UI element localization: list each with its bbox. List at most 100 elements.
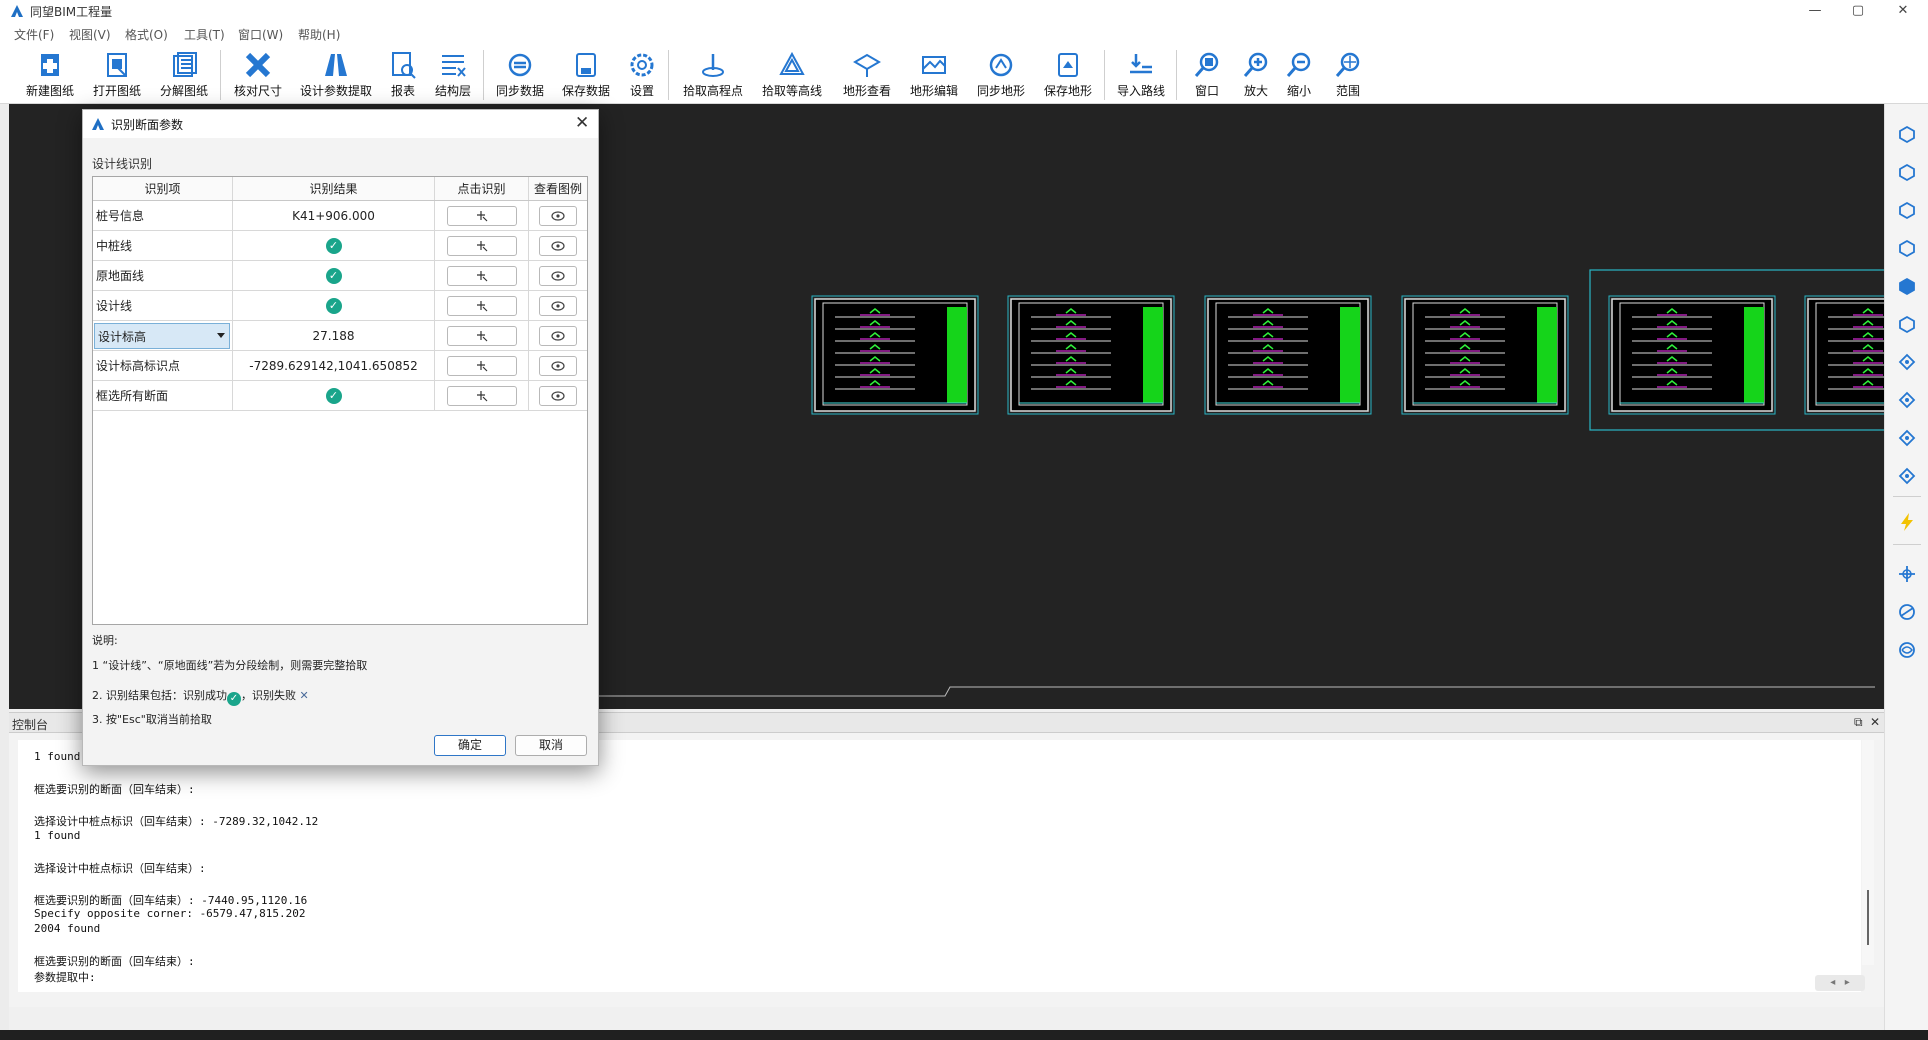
failure-x-icon: ✕ [299, 689, 309, 702]
pick-button[interactable] [446, 235, 517, 256]
zoom-out-button[interactable]: 缩小 [1282, 50, 1316, 102]
terrain-sync-button[interactable]: 同步地形 [974, 50, 1028, 102]
view-cube-icon [1899, 163, 1915, 182]
table-row[interactable]: 设计线 ✓ [93, 291, 587, 321]
menu-window[interactable]: 窗口(W) [238, 26, 283, 43]
iso-view-icon [1898, 429, 1916, 447]
view-legend-button[interactable] [539, 235, 577, 256]
eye-icon [551, 270, 565, 281]
terrain-edit-button[interactable]: 地形编辑 [907, 50, 961, 102]
terrain-view-button[interactable]: 地形查看 [840, 50, 894, 102]
pointer-icon [476, 240, 487, 251]
free-orbit-button[interactable] [1897, 640, 1917, 660]
ok-button[interactable]: 确定 [434, 735, 506, 756]
zoom-in-button[interactable]: 放大 [1239, 50, 1273, 102]
new-drawing-button[interactable]: 新建图纸 [24, 50, 76, 102]
view-cube-left-button[interactable] [1897, 200, 1917, 220]
terrain-save-button[interactable]: 保存地形 [1041, 50, 1095, 102]
section-sheet[interactable] [1608, 295, 1776, 415]
restore-panel-icon[interactable]: ⧉ [1854, 715, 1863, 730]
import-route-button[interactable]: 导入路线 [1114, 50, 1168, 102]
table-row[interactable]: 中桩线 ✓ [93, 231, 587, 261]
maximize-button[interactable]: ▢ [1843, 2, 1873, 20]
group-label: 设计线识别 [92, 157, 153, 171]
minimize-button[interactable]: — [1800, 2, 1830, 20]
section-sheet[interactable] [1204, 295, 1372, 415]
pick-contour-button[interactable]: 拾取等高线 [760, 50, 824, 102]
terrain-save-icon [1058, 53, 1078, 77]
close-window-button[interactable]: ✕ [1888, 2, 1918, 20]
orbit-button[interactable] [1897, 602, 1917, 622]
pick-button[interactable] [446, 385, 517, 406]
report-button[interactable]: 报表 [386, 50, 420, 102]
menu-tools[interactable]: 工具(T) [184, 26, 225, 43]
iso-view-sw-button[interactable] [1897, 352, 1917, 372]
check-size-button[interactable]: 核对尺寸 [231, 50, 285, 102]
view-legend-button[interactable] [539, 325, 577, 346]
row-item-label: 设计线 [93, 291, 233, 320]
console-horizontal-scrollbar[interactable]: ◂ ▸ [1815, 975, 1865, 991]
console-vertical-scrollbar[interactable] [1862, 740, 1874, 965]
row-item-label: 中桩线 [93, 231, 233, 260]
view-legend-button[interactable] [539, 295, 577, 316]
sync-data-button[interactable]: 同步数据 [494, 50, 546, 102]
cancel-button[interactable]: 取消 [515, 735, 587, 756]
lightning-button[interactable] [1897, 512, 1917, 532]
open-drawing-icon [107, 53, 127, 77]
design-elevation-dropdown[interactable]: 设计标高 [94, 323, 230, 349]
view-cube-top-button[interactable] [1897, 276, 1917, 296]
section-sheet[interactable] [1007, 295, 1175, 415]
extract-params-button[interactable]: 设计参数提取 [298, 50, 374, 102]
open-drawing-button[interactable]: 打开图纸 [91, 50, 143, 102]
view-cube-back-button[interactable] [1897, 162, 1917, 182]
table-row[interactable]: 设计标高 27.188 [93, 321, 587, 351]
menu-format[interactable]: 格式(O) [125, 26, 168, 43]
scroll-thumb[interactable] [1867, 890, 1869, 945]
settings-button[interactable]: 设置 [625, 50, 659, 102]
zoom-window-icon [1194, 52, 1219, 77]
view-cube-right-button[interactable] [1897, 238, 1917, 258]
layer-button[interactable]: 结构层 [431, 50, 475, 102]
table-row[interactable]: 设计标高标识点 -7289.629142,1041.650852 [93, 351, 587, 381]
table-row[interactable]: 框选所有断面 ✓ [93, 381, 587, 411]
view-cube-front-button[interactable] [1897, 124, 1917, 144]
eye-icon [551, 300, 565, 311]
toolbar-separator [1104, 50, 1105, 100]
view-legend-button[interactable] [539, 385, 577, 406]
iso-view-nw-button[interactable] [1897, 466, 1917, 486]
console-output[interactable]: 1 found 框选要识别的断面（回车结束）: 选择设计中桩点标识（回车结束）:… [18, 740, 1861, 992]
pick-button[interactable] [446, 355, 517, 376]
pick-button[interactable] [446, 325, 517, 346]
pick-elevation-point-button[interactable]: 拾取高程点 [681, 50, 745, 102]
view-cube-bottom-button[interactable] [1897, 314, 1917, 334]
menu-file[interactable]: 文件(F) [14, 26, 54, 43]
section-sheet[interactable] [811, 295, 979, 415]
pick-button[interactable] [446, 265, 517, 286]
save-data-button[interactable]: 保存数据 [560, 50, 612, 102]
iso-view-ne-button[interactable] [1897, 428, 1917, 448]
close-panel-icon[interactable]: ✕ [1870, 715, 1880, 729]
pointer-icon [476, 210, 487, 221]
view-legend-button[interactable] [539, 355, 577, 376]
split-drawing-button[interactable]: 分解图纸 [158, 50, 210, 102]
section-sheet[interactable] [1804, 295, 1884, 415]
lightning-icon [1901, 513, 1913, 531]
table-row[interactable]: 桩号信息 K41+906.000 [93, 201, 587, 231]
window-zoom-button[interactable]: 窗口 [1190, 50, 1224, 102]
pan-button[interactable] [1897, 564, 1917, 584]
iso-view-se-button[interactable] [1897, 390, 1917, 410]
zoom-extent-button[interactable]: 范围 [1331, 50, 1365, 102]
pick-button[interactable] [446, 295, 517, 316]
eye-icon [551, 240, 565, 251]
table-row[interactable]: 原地面线 ✓ [93, 261, 587, 291]
view-legend-button[interactable] [539, 205, 577, 226]
item-dropdown-cell[interactable]: 设计标高 [93, 321, 233, 350]
view-legend-button[interactable] [539, 265, 577, 286]
terrain-view-icon [853, 53, 881, 77]
menu-view[interactable]: 视图(V) [69, 26, 111, 43]
menu-help[interactable]: 帮助(H) [298, 26, 340, 43]
pick-button[interactable] [446, 205, 517, 226]
section-sheet[interactable] [1401, 295, 1569, 415]
console-line: 选择设计中桩点标识（回车结束）: [34, 862, 206, 875]
dialog-close-icon[interactable]: ✕ [575, 113, 589, 133]
